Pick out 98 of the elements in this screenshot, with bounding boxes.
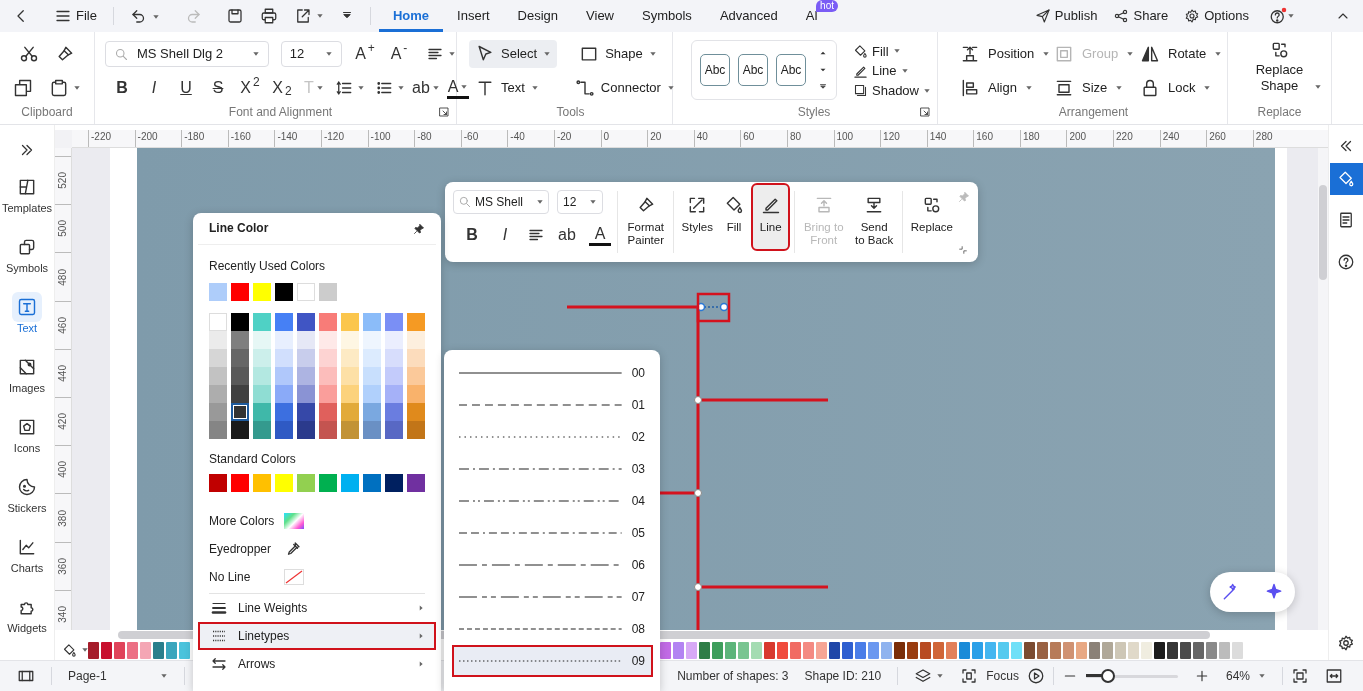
format-button[interactable]: X$_{2}$ (271, 75, 293, 101)
ribbon-tab[interactable]: Advanced (705, 0, 792, 32)
format-button[interactable]: ab (556, 222, 578, 248)
group-label: Clipboard (21, 105, 73, 119)
linetype-option[interactable]: 08 (452, 613, 653, 645)
submenu-item[interactable]: Linetypes (198, 622, 436, 650)
arrange-button[interactable]: Align (960, 74, 1054, 102)
sidebar-item[interactable]: Widgets (0, 592, 55, 652)
ribbon-tab[interactable]: Symbols (628, 0, 706, 32)
bold-button[interactable]: B (111, 75, 133, 101)
style-sample[interactable]: Abc (700, 54, 730, 86)
toolbar-button[interactable]: Format Painter (624, 185, 667, 249)
sidebar-item[interactable]: Text (0, 292, 55, 352)
sidebar-item[interactable]: Symbols (0, 232, 55, 292)
sidebar-item[interactable]: Templates (0, 172, 55, 232)
color-option[interactable]: Eyedropper (209, 541, 284, 557)
sidebar-item[interactable]: Charts (0, 532, 55, 592)
ruler-label: 440 (57, 365, 69, 382)
arrange-button[interactable]: Rotate (1140, 40, 1230, 68)
toolbar-button[interactable]: Line (753, 185, 789, 249)
font-size-dropdown[interactable]: 12 (280, 41, 342, 67)
font-color-button[interactable]: A (447, 77, 469, 99)
style-option[interactable]: Fill (853, 43, 931, 60)
font-size-dropdown[interactable]: 12 (557, 190, 603, 214)
tool-button[interactable]: Shape (573, 40, 663, 68)
ruler-label: 500 (57, 220, 69, 238)
group-label: Styles (797, 105, 831, 119)
style-sample[interactable]: Abc (738, 54, 768, 86)
font-family-dropdown[interactable]: MS Shell Dlg 2 (105, 41, 269, 67)
toolbar-button[interactable]: Fill (720, 185, 748, 249)
color-option[interactable]: More Colors (209, 513, 284, 529)
group-label: Tools (556, 105, 585, 119)
linetype-option[interactable]: 09 (452, 645, 653, 677)
font-family-dropdown[interactable]: MS Shell (453, 190, 549, 214)
sidebar-item[interactable]: Icons (0, 412, 55, 472)
toolbar-button[interactable]: Send to Back (852, 185, 896, 249)
ribbon-tab[interactable]: Home (378, 0, 444, 32)
page-selector[interactable]: Page-1 (68, 668, 168, 684)
linetype-option[interactable]: 05 (452, 517, 653, 549)
hot-badge: hot (816, 0, 838, 12)
ruler-label: 520 (57, 172, 69, 189)
zoom-dropdown[interactable]: 64% (1225, 668, 1266, 684)
toolbar-button[interactable]: Styles (679, 185, 715, 249)
style-option[interactable]: Line (853, 63, 931, 79)
sidebar-item[interactable]: Images (0, 352, 55, 412)
tool-button[interactable]: Connector (568, 74, 681, 102)
strikethrough-button[interactable]: S (207, 75, 229, 101)
ruler-label: 360 (57, 557, 69, 575)
linetype-option[interactable]: 00 (452, 357, 653, 389)
arrange-button[interactable]: Size (1054, 74, 1140, 102)
linetype-option[interactable]: 07 (452, 581, 653, 613)
group-label: Replace (1257, 105, 1302, 119)
arrange-button[interactable]: Position (960, 40, 1054, 68)
toolbar-action[interactable]: Publish (1034, 8, 1098, 24)
ribbon-tab[interactable]: View (572, 0, 628, 32)
toolbar-button[interactable]: Replace (908, 185, 955, 249)
arrange-button[interactable]: Lock (1140, 74, 1230, 102)
tool-button[interactable]: Text (469, 74, 545, 102)
section-label: Recently Used Colors (209, 259, 327, 275)
ruler-label: 460 (57, 316, 69, 334)
linetype-option[interactable]: 03 (452, 453, 653, 485)
style-option[interactable]: Shadow (853, 82, 931, 99)
submenu-item[interactable]: Arrows (198, 650, 436, 678)
format-button[interactable]: X$^{2}$ (239, 75, 261, 101)
section-label: Standard Colors (209, 452, 297, 468)
italic-button[interactable]: I (143, 75, 165, 101)
ruler-label: 420 (57, 413, 69, 430)
toolbar-action[interactable]: Options (1184, 8, 1249, 24)
submenu-item[interactable]: Line Weights (198, 594, 436, 622)
color-option[interactable]: No Line (209, 569, 284, 585)
ruler-label: 380 (57, 509, 69, 527)
panel-title: Line Color (209, 221, 269, 236)
linetype-option[interactable]: 06 (452, 549, 653, 581)
linetype-option[interactable]: 01 (452, 389, 653, 421)
group-label: Arrangement (1058, 105, 1129, 119)
italic-button[interactable]: I (494, 222, 516, 248)
font-color-button[interactable]: A (589, 224, 611, 246)
style-sample[interactable]: Abc (776, 54, 806, 86)
shape-id: Shape ID: 210 (804, 668, 882, 684)
ribbon-tab[interactable]: Design (503, 0, 573, 32)
ruler-label: 480 (57, 268, 69, 286)
linetype-option[interactable]: 04 (452, 485, 653, 517)
ruler-label: 400 (57, 461, 69, 479)
underline-button[interactable]: U (175, 75, 197, 101)
tool-button[interactable]: Select (469, 40, 558, 68)
shape-count: Number of shapes: 3 (677, 668, 789, 684)
focus-button[interactable]: Focus (960, 667, 1019, 685)
linetype-option[interactable]: 02 (452, 421, 653, 453)
ruler-label: 340 (57, 605, 69, 623)
sidebar-item[interactable]: Stickers (0, 472, 55, 532)
ribbon-tab[interactable]: Insert (443, 0, 504, 32)
toolbar-action[interactable]: Share (1113, 8, 1169, 24)
bold-button[interactable]: B (461, 222, 483, 248)
file-menu[interactable]: File (54, 7, 97, 25)
group-label: Font and Alignment (228, 105, 333, 119)
replace-shape-button[interactable]: Replace Shape (1237, 40, 1322, 102)
font-size-button[interactable]: A$^{+}$ (354, 41, 376, 67)
font-size-button[interactable]: A$^{-}$ (388, 41, 410, 67)
